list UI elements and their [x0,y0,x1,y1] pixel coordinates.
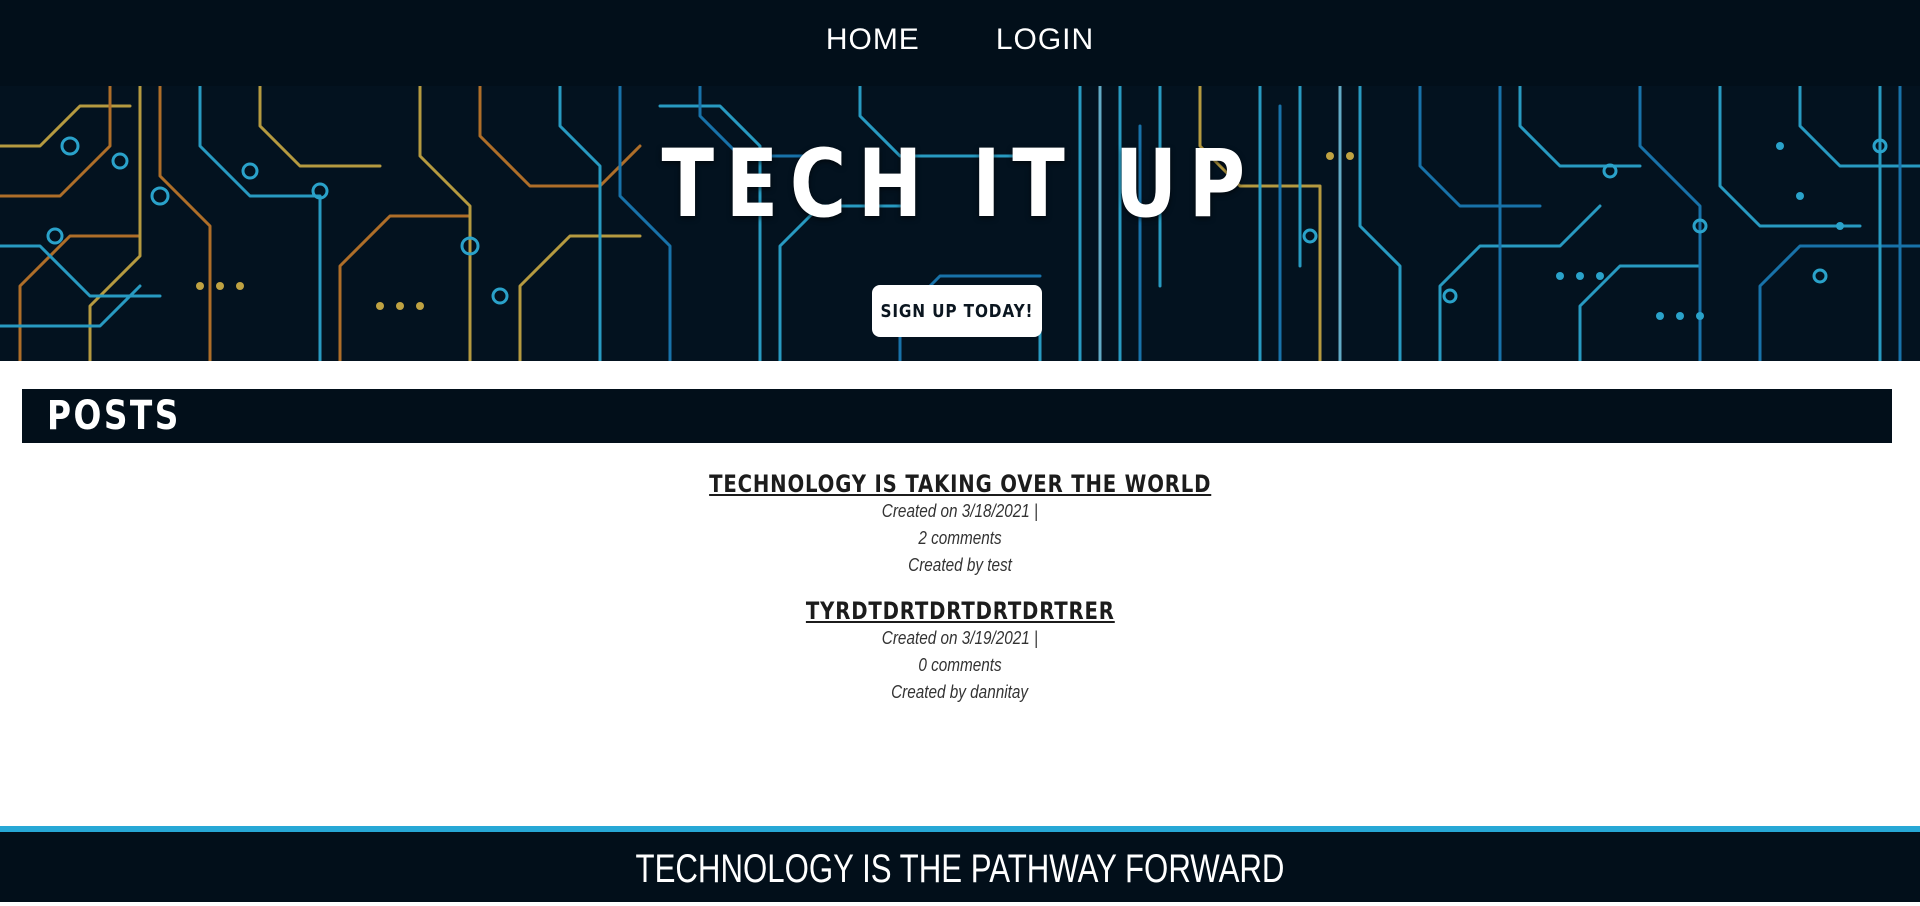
post-title-link[interactable]: TYRDTDRTDRTDRTDRTRER [806,597,1115,625]
signup-button[interactable]: SIGN UP TODAY! [872,285,1042,337]
footer: TECHNOLOGY IS THE PATHWAY FORWARD [0,826,1920,902]
signup-button-label: SIGN UP TODAY! [880,300,1034,322]
post-created-date: Created on 3/18/2021 | [0,498,1920,525]
post-item: TECHNOLOGY IS TAKING OVER THE WORLD Crea… [0,470,1920,579]
post-comments-text: 0 comments [918,655,1002,675]
post-created-date: Created on 3/19/2021 | [0,625,1920,652]
post-list: TECHNOLOGY IS TAKING OVER THE WORLD Crea… [0,470,1920,706]
nav-login-link[interactable]: LOGIN [996,23,1094,57]
posts-header: POSTS [22,389,1892,443]
post-author: Created by dannitay [0,679,1920,706]
nav-home-link[interactable]: HOME [826,23,920,57]
footer-tagline: TECHNOLOGY IS THE PATHWAY FORWARD [635,847,1285,891]
site-title: TECH IT UP [661,130,1257,239]
post-item: TYRDTDRTDRTDRTDRTRER Created on 3/19/202… [0,597,1920,706]
post-created-text: Created on 3/19/2021 | [881,628,1039,648]
post-author-text: Created by dannitay [891,682,1029,702]
page: HOME LOGIN TECH IT UP SIGN UP TODAY! POS… [0,0,1920,902]
post-title-link[interactable]: TECHNOLOGY IS TAKING OVER THE WORLD [709,470,1211,498]
post-comment-count: 0 comments [0,652,1920,679]
post-comments-text: 2 comments [918,528,1002,548]
post-author: Created by test [0,552,1920,579]
post-created-text: Created on 3/18/2021 | [881,501,1039,521]
top-nav: HOME LOGIN [0,0,1920,86]
post-comment-count: 2 comments [0,525,1920,552]
posts-heading: POSTS [47,393,181,439]
post-author-text: Created by test [908,555,1012,575]
hero-banner: TECH IT UP SIGN UP TODAY! [0,86,1920,361]
